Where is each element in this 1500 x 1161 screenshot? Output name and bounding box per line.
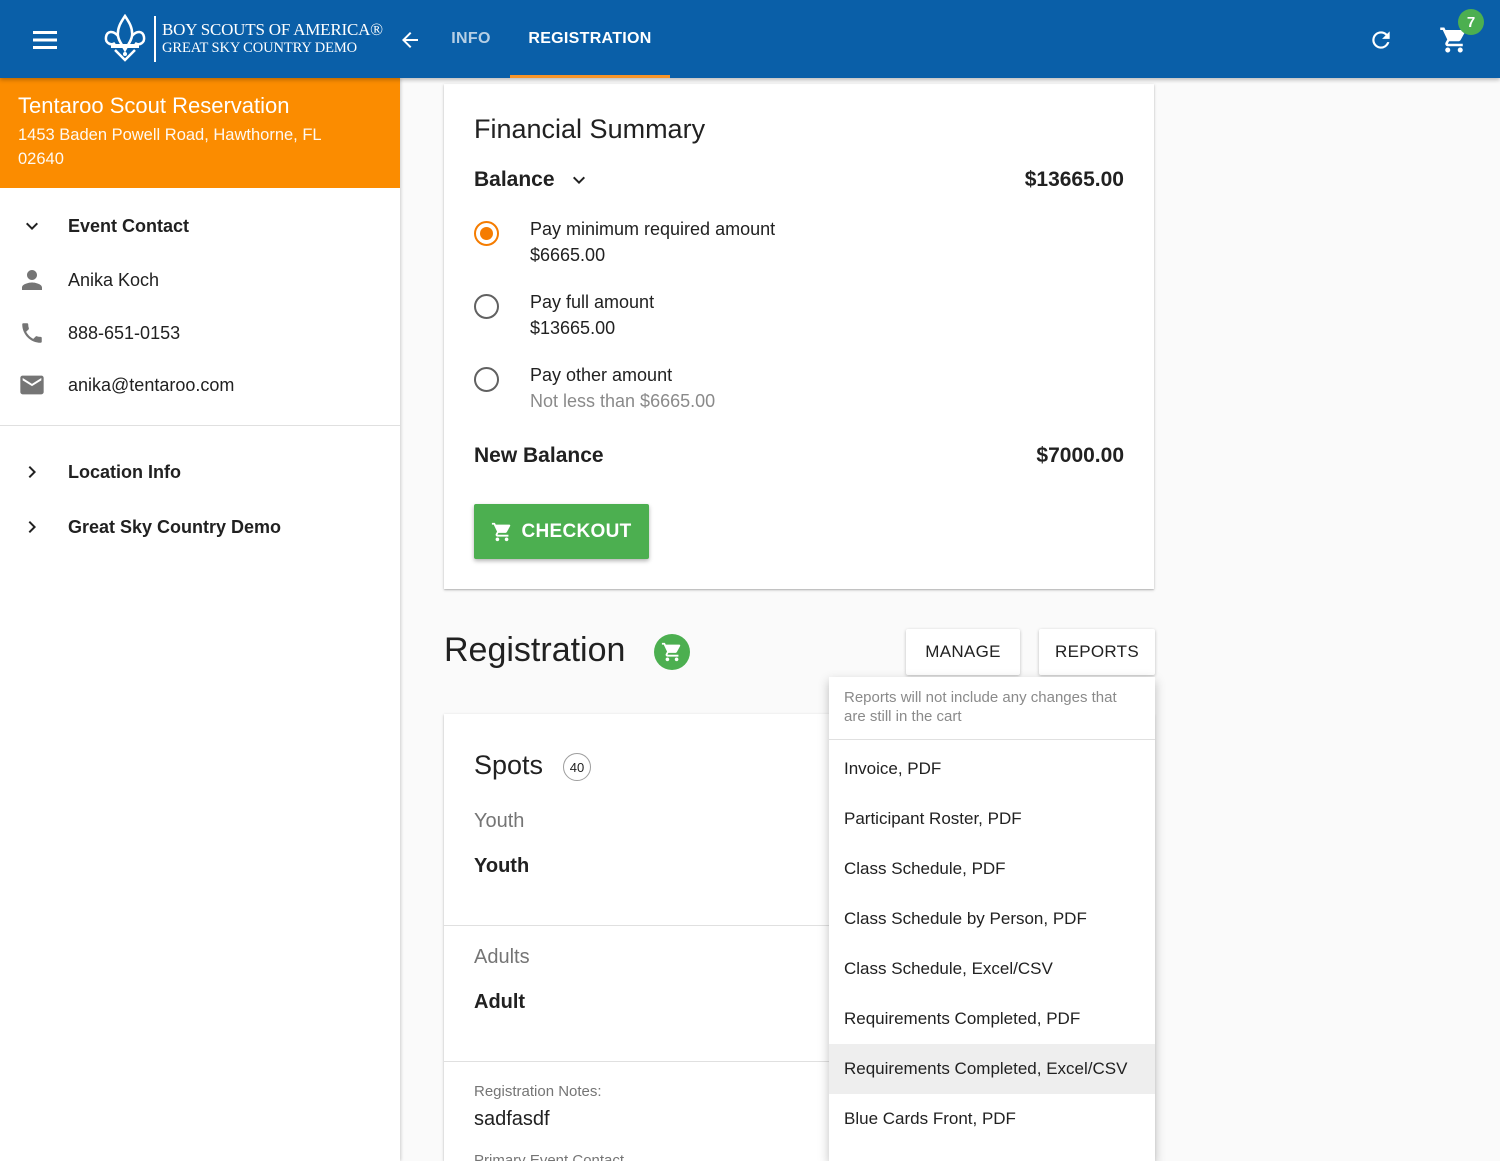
refresh-icon[interactable] — [1362, 21, 1400, 59]
adults-value: Adult — [474, 991, 526, 1013]
chevron-down-icon — [16, 210, 48, 242]
contact-phone[interactable]: 888-651-0153 — [68, 323, 180, 344]
logo-line-2: GREAT SKY COUNTRY DEMO — [162, 40, 358, 56]
menu-item-requirements-completed-pdf[interactable]: Requirements Completed, PDF — [829, 994, 1155, 1044]
event-contact-toggle[interactable]: Event Contact — [0, 210, 400, 242]
financial-summary-title: Financial Summary — [474, 114, 706, 144]
registration-title: Registration — [444, 631, 626, 669]
phone-icon — [16, 317, 48, 349]
balance-label: Balance — [474, 168, 555, 191]
youth-label: Youth — [474, 810, 525, 832]
adults-label: Adults — [474, 946, 530, 968]
reports-menu: Reports will not include any changes tha… — [829, 677, 1155, 1161]
option-pay-minimum[interactable]: Pay minimum required amount $6665.00 — [474, 219, 1074, 279]
new-balance-label: New Balance — [474, 444, 604, 467]
option-amount: $13665.00 — [530, 318, 616, 338]
menu-item-blue-cards-front-pdf[interactable]: Blue Cards Front, PDF — [829, 1094, 1155, 1144]
radio-selected[interactable] — [474, 221, 499, 246]
menu-item-participant-roster-pdf[interactable]: Participant Roster, PDF — [829, 794, 1155, 844]
logo-text: BOY SCOUTS OF AMERICA® GREAT SKY COUNTRY… — [162, 21, 383, 57]
youth-value: Youth — [474, 855, 530, 877]
radio-unselected[interactable] — [474, 367, 499, 392]
chevron-down-icon — [567, 168, 591, 192]
option-pay-other[interactable]: Pay other amount Not less than $6665.00 — [474, 365, 1074, 425]
sidebar-item-council[interactable]: Great Sky Country Demo — [0, 511, 400, 543]
registration-cart-icon — [654, 634, 690, 670]
contact-name: Anika Koch — [68, 269, 160, 290]
balance-value: $13665.00 — [1024, 168, 1124, 191]
chevron-right-icon — [16, 456, 48, 488]
event-contact-heading: Event Contact — [68, 215, 190, 236]
venue-header: Tentaroo Scout Reservation 1453 Baden Po… — [0, 78, 400, 188]
cart-icon — [491, 521, 521, 543]
fleur-de-lis-icon — [100, 12, 150, 66]
venue-address: 1453 Baden Powell Road, Hawthorne, FL 02… — [18, 126, 321, 168]
sidebar-divider — [0, 425, 400, 426]
contact-name-row: Anika Koch — [0, 264, 400, 296]
back-arrow-icon[interactable] — [392, 22, 428, 58]
chevron-right-icon — [16, 511, 48, 543]
checkout-label: CHECKOUT — [521, 520, 632, 542]
checkout-button[interactable]: CHECKOUT — [474, 504, 649, 559]
spots-title: Spots — [474, 750, 544, 780]
menu-item-class-schedule-pdf[interactable]: Class Schedule, PDF — [829, 844, 1155, 894]
contact-email[interactable]: anika@tentaroo.com — [68, 375, 234, 396]
menu-item-invoice-pdf[interactable]: Invoice, PDF — [829, 744, 1155, 794]
sidebar-item-label: Location Info — [68, 461, 181, 482]
reports-button[interactable]: REPORTS — [1039, 629, 1155, 675]
venue-name: Tentaroo Scout Reservation — [18, 93, 290, 118]
option-label: Pay minimum required amount — [530, 219, 776, 239]
menu-item-class-schedule-by-person-pdf[interactable]: Class Schedule by Person, PDF — [829, 894, 1155, 944]
tab-registration[interactable]: REGISTRATION — [510, 0, 670, 78]
registration-notes-label: Registration Notes: — [474, 1083, 602, 1100]
bsa-logo[interactable]: BOY SCOUTS OF AMERICA® GREAT SKY COUNTRY… — [100, 12, 383, 66]
option-label: Pay other amount — [530, 365, 673, 385]
balance-toggle[interactable]: Balance — [474, 168, 591, 192]
option-hint: Not less than $6665.00 — [530, 391, 716, 411]
menu-item-requirements-completed-csv[interactable]: Requirements Completed, Excel/CSV — [829, 1044, 1155, 1094]
sidebar: Tentaroo Scout Reservation 1453 Baden Po… — [0, 78, 400, 1161]
primary-contact-label: Primary Event Contact — [474, 1152, 625, 1161]
contact-phone-row[interactable]: 888-651-0153 — [0, 317, 400, 349]
contact-email-row[interactable]: anika@tentaroo.com — [0, 369, 400, 401]
sidebar-item-label: Great Sky Country Demo — [68, 516, 282, 537]
cart-count-badge: 7 — [1458, 9, 1484, 35]
email-icon — [16, 369, 48, 401]
sidebar-item-location-info[interactable]: Location Info — [0, 456, 400, 488]
new-balance-value: $7000.00 — [1036, 444, 1124, 467]
option-label: Pay full amount — [530, 292, 655, 312]
logo-line-1: BOY SCOUTS OF AMERICA® — [162, 20, 383, 39]
menu-item-class-schedule-csv[interactable]: Class Schedule, Excel/CSV — [829, 944, 1155, 994]
option-pay-full[interactable]: Pay full amount $13665.00 — [474, 292, 1074, 352]
manage-button[interactable]: MANAGE — [906, 629, 1020, 675]
reports-note: Reports will not include any changes tha… — [829, 677, 1155, 740]
app-bar: BOY SCOUTS OF AMERICA® GREAT SKY COUNTRY… — [0, 0, 1500, 78]
menu-icon[interactable] — [28, 22, 64, 58]
registration-notes-value: sadfasdf — [474, 1108, 550, 1130]
option-amount: $6665.00 — [530, 245, 606, 265]
logo-divider — [154, 16, 156, 62]
person-icon — [16, 264, 48, 296]
radio-unselected[interactable] — [474, 294, 499, 319]
financial-summary-card: Financial Summary Balance $13665.00 Pay … — [444, 84, 1154, 589]
spots-count-badge: 40 — [563, 753, 591, 781]
tab-info[interactable]: INFO — [430, 0, 512, 78]
